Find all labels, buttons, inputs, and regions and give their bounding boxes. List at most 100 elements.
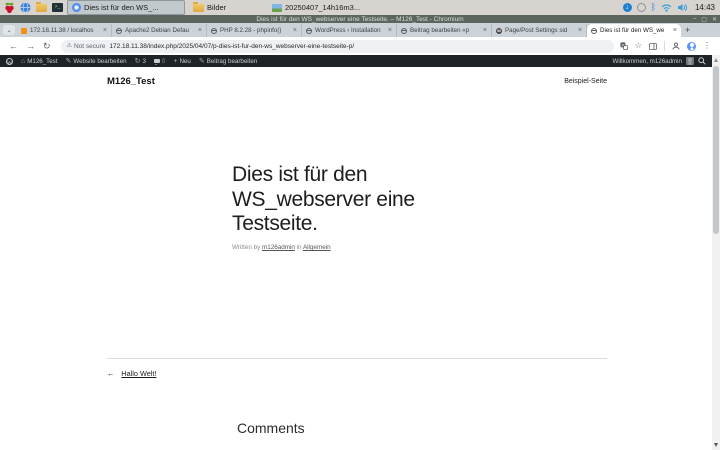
wp-logo-menu[interactable]: W	[6, 57, 13, 65]
byline-prefix: Written by	[232, 244, 261, 251]
previous-post-nav: ← Hallo Welt!	[107, 369, 156, 378]
volume-icon[interactable]	[677, 3, 688, 12]
tab-close-icon[interactable]: ×	[198, 27, 202, 34]
desktop-screen: >_ Dies ist für den WS_... Bilder 202504…	[0, 0, 720, 450]
phpmyadmin-favicon	[21, 27, 27, 34]
tab-close-icon[interactable]: ×	[103, 27, 107, 34]
maximize-button[interactable]: ▢	[701, 16, 707, 23]
greeting-account-menu[interactable]: Willkommen, m126admin	[613, 58, 682, 65]
previous-post-link[interactable]: Hallo Welt!	[121, 369, 156, 378]
taskbar-window-title: Bilder	[207, 3, 227, 12]
customize-brush-icon: ✎	[65, 57, 72, 65]
taskbar-window-chromium[interactable]: Dies ist für den WS_...	[67, 0, 185, 15]
desktop-taskbar: >_ Dies ist für den WS_... Bilder 202504…	[0, 0, 720, 16]
page-scrollbar[interactable]	[712, 55, 720, 450]
clock[interactable]: 14:43	[695, 3, 715, 12]
tab-search-button[interactable]: ⌄	[3, 25, 15, 35]
updates-available-icon[interactable]: ↓	[622, 3, 632, 12]
new-tab-button[interactable]: +	[685, 25, 690, 35]
tab-title: Page/Post Settings sid	[505, 27, 568, 34]
tab-close-icon[interactable]: ×	[673, 27, 677, 34]
file-manager-icon[interactable]	[35, 1, 48, 14]
tab-page-post-settings[interactable]: W Page/Post Settings sid ×	[492, 24, 587, 37]
taskbar-window-title: Dies ist für den WS_...	[84, 3, 159, 12]
admin-bar-edit-site[interactable]: ✎ Website bearbeiten	[66, 58, 127, 65]
warning-icon: ⚠	[66, 43, 72, 49]
bluetooth-icon[interactable]: ᛒ	[651, 3, 656, 12]
taskbar-window-image-viewer[interactable]: 20250407_14h16m3...	[267, 0, 385, 15]
browser-launcher-icon[interactable]	[19, 1, 32, 14]
tab-phpmyadmin[interactable]: 172.18.11.38 / localhos ×	[17, 24, 112, 37]
admin-bar-new[interactable]: + Neu	[173, 58, 190, 65]
admin-bar-edit-post[interactable]: ✎ Beitrag bearbeiten	[199, 58, 257, 65]
minimize-button[interactable]: –	[693, 16, 696, 22]
tab-testseite-active[interactable]: Dies ist für den WS_we ×	[587, 24, 681, 37]
admin-bar-site-name[interactable]: ⌂ M126_Test	[21, 58, 58, 65]
tab-title: WordPress › Installation	[315, 27, 381, 34]
toolbar-icons: A ☆ ⋮	[620, 41, 711, 51]
tab-close-icon[interactable]: ×	[388, 27, 392, 34]
profile-outline-icon[interactable]	[672, 42, 680, 50]
scroll-up-icon[interactable]	[713, 58, 718, 62]
wifi-icon[interactable]	[661, 3, 672, 12]
new-label: Neu	[179, 57, 191, 65]
avatar[interactable]	[686, 57, 694, 65]
terminal-icon[interactable]: >_	[51, 1, 64, 14]
back-icon[interactable]: ←	[9, 41, 18, 51]
page-content: M126_Test Beispiel-Seite Dies ist für de…	[0, 67, 712, 450]
scrollbar-thumb[interactable]	[713, 66, 719, 234]
window-titlebar[interactable]: Dies ist für den WS_webserver eine Tests…	[0, 15, 720, 23]
byline-in: in	[296, 244, 302, 251]
category-link[interactable]: Allgemein	[303, 244, 331, 251]
admin-bar-updates[interactable]: ↻ 3	[135, 58, 146, 65]
site-name-label: M126_Test	[27, 57, 58, 65]
updates-count: 3	[142, 57, 146, 65]
tab-phpinfo[interactable]: PHP 8.2.28 - phpinfo() ×	[207, 24, 302, 37]
comments-count: 0	[161, 57, 166, 65]
admin-bar-comments[interactable]: 0	[153, 57, 166, 65]
bookmark-star-icon[interactable]: ☆	[635, 42, 642, 50]
tab-title: PHP 8.2.28 - phpinfo()	[220, 27, 282, 34]
security-label: Not secure	[73, 42, 106, 50]
globe-favicon	[401, 27, 407, 34]
chromium-icon	[72, 3, 81, 12]
updates-icon: ↻	[134, 57, 141, 65]
scroll-down-icon[interactable]	[713, 443, 718, 447]
search-icon[interactable]	[698, 57, 706, 65]
side-panel-icon[interactable]	[649, 42, 657, 50]
reload-icon[interactable]: ↻	[43, 41, 51, 51]
network-status-icon[interactable]	[636, 3, 646, 12]
globe-favicon	[306, 27, 312, 34]
tab-close-icon[interactable]: ×	[293, 27, 297, 34]
profile-avatar[interactable]	[687, 41, 696, 51]
chevron-down-icon: ⌄	[6, 27, 12, 34]
nav-link-beispiel-seite[interactable]: Beispiel-Seite	[564, 78, 607, 85]
tab-beitrag-bearbeiten[interactable]: Beitrag bearbeiten «p ×	[397, 24, 492, 37]
arrow-left-icon: ←	[107, 369, 115, 378]
wordpress-favicon: W	[496, 27, 502, 34]
address-bar[interactable]: ⚠ Not secure 172.18.11.38/index.php/2025…	[60, 39, 614, 53]
tab-close-icon[interactable]: ×	[578, 27, 582, 34]
post-byline: Written by m126admin in Allgemein	[232, 244, 331, 251]
edit-site-label: Website bearbeiten	[73, 57, 127, 65]
menu-kebab-icon[interactable]: ⋮	[703, 42, 711, 50]
comments-heading: Comments	[237, 420, 305, 436]
menu-raspberry-icon[interactable]	[3, 1, 16, 14]
close-button[interactable]: ✕	[712, 16, 717, 23]
admin-bar-right: Willkommen, m126admin	[613, 57, 706, 65]
pencil-icon: ✎	[198, 57, 205, 65]
plus-icon: +	[173, 57, 178, 65]
security-chip[interactable]: ⚠ Not secure	[67, 43, 106, 50]
taskbar-window-bilder[interactable]: Bilder	[188, 0, 264, 15]
tab-wordpress-installation[interactable]: WordPress › Installation ×	[302, 24, 397, 37]
forward-icon[interactable]: →	[26, 41, 35, 51]
translate-icon[interactable]: A	[620, 42, 628, 50]
system-tray: ↓ ᛒ 14:43	[622, 3, 717, 12]
tab-apache-default[interactable]: Apache2 Debian Defau ×	[112, 24, 207, 37]
post-title: Dies ist für den WS_webserver eine Tests…	[232, 163, 415, 236]
tab-close-icon[interactable]: ×	[483, 27, 487, 34]
site-title[interactable]: M126_Test	[107, 76, 155, 87]
comment-bubble-icon	[153, 58, 160, 65]
author-link[interactable]: m126admin	[262, 244, 295, 251]
globe-favicon	[211, 27, 217, 34]
